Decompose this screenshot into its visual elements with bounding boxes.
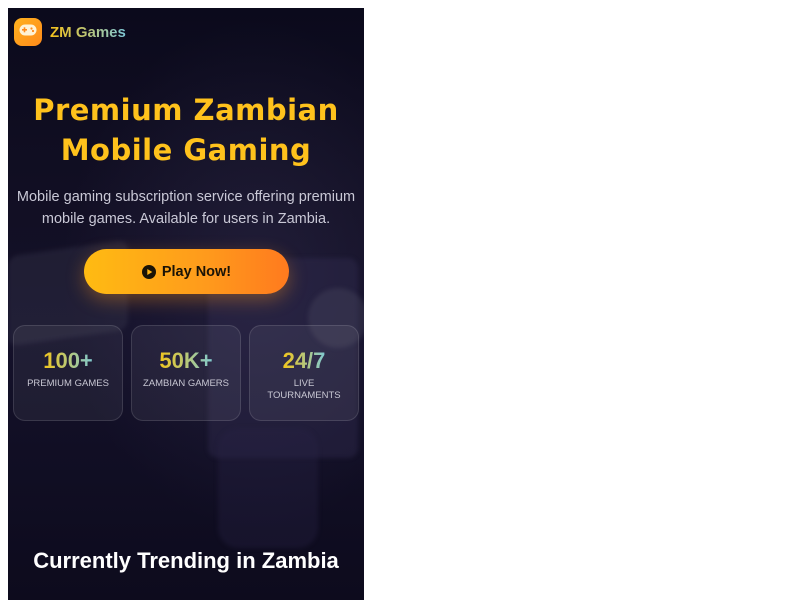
hero-subtitle-line: mobile games. Available for users in Zam…	[41, 211, 331, 227]
stat-label: Zambian Gamers	[142, 378, 230, 389]
stat-label: Live Tournaments	[267, 378, 341, 401]
stat-card-tournaments: 24/7 Live Tournaments	[249, 325, 359, 421]
stat-label: Premium Games	[27, 378, 109, 389]
background-decor	[218, 428, 318, 548]
stats-row: 100+ Premium Games 50K+ Zambian Gamers 2…	[13, 325, 361, 421]
stat-value: 100+	[43, 348, 93, 373]
logo[interactable]	[14, 18, 42, 46]
hero-subtitle-line: Mobile gaming subscription service offer…	[16, 189, 356, 205]
stat-value: 24/7	[282, 348, 326, 373]
brand-name[interactable]: ZM Games	[50, 24, 126, 41]
stat-card-gamers: 50K+ Zambian Gamers	[131, 325, 241, 421]
trending-section-title: Currently Trending in Zambia	[33, 548, 339, 573]
hero-title-line: Premium Zambian	[33, 93, 339, 127]
hero-title: Premium Zambian Mobile Gaming	[8, 90, 364, 170]
app-viewport: ZM Games Premium Zambian Mobile Gaming M…	[8, 8, 364, 600]
stat-value: 50K+	[159, 348, 213, 373]
hero-subtitle: Mobile gaming subscription service offer…	[8, 186, 364, 230]
gamepad-icon	[19, 23, 37, 41]
hero-title-line: Mobile Gaming	[60, 133, 312, 167]
play-circle-icon	[141, 264, 156, 279]
stat-card-games: 100+ Premium Games	[13, 325, 123, 421]
play-now-button[interactable]: Play Now!	[84, 249, 289, 294]
header: ZM Games	[14, 18, 126, 46]
play-now-label: Play Now!	[161, 263, 232, 280]
